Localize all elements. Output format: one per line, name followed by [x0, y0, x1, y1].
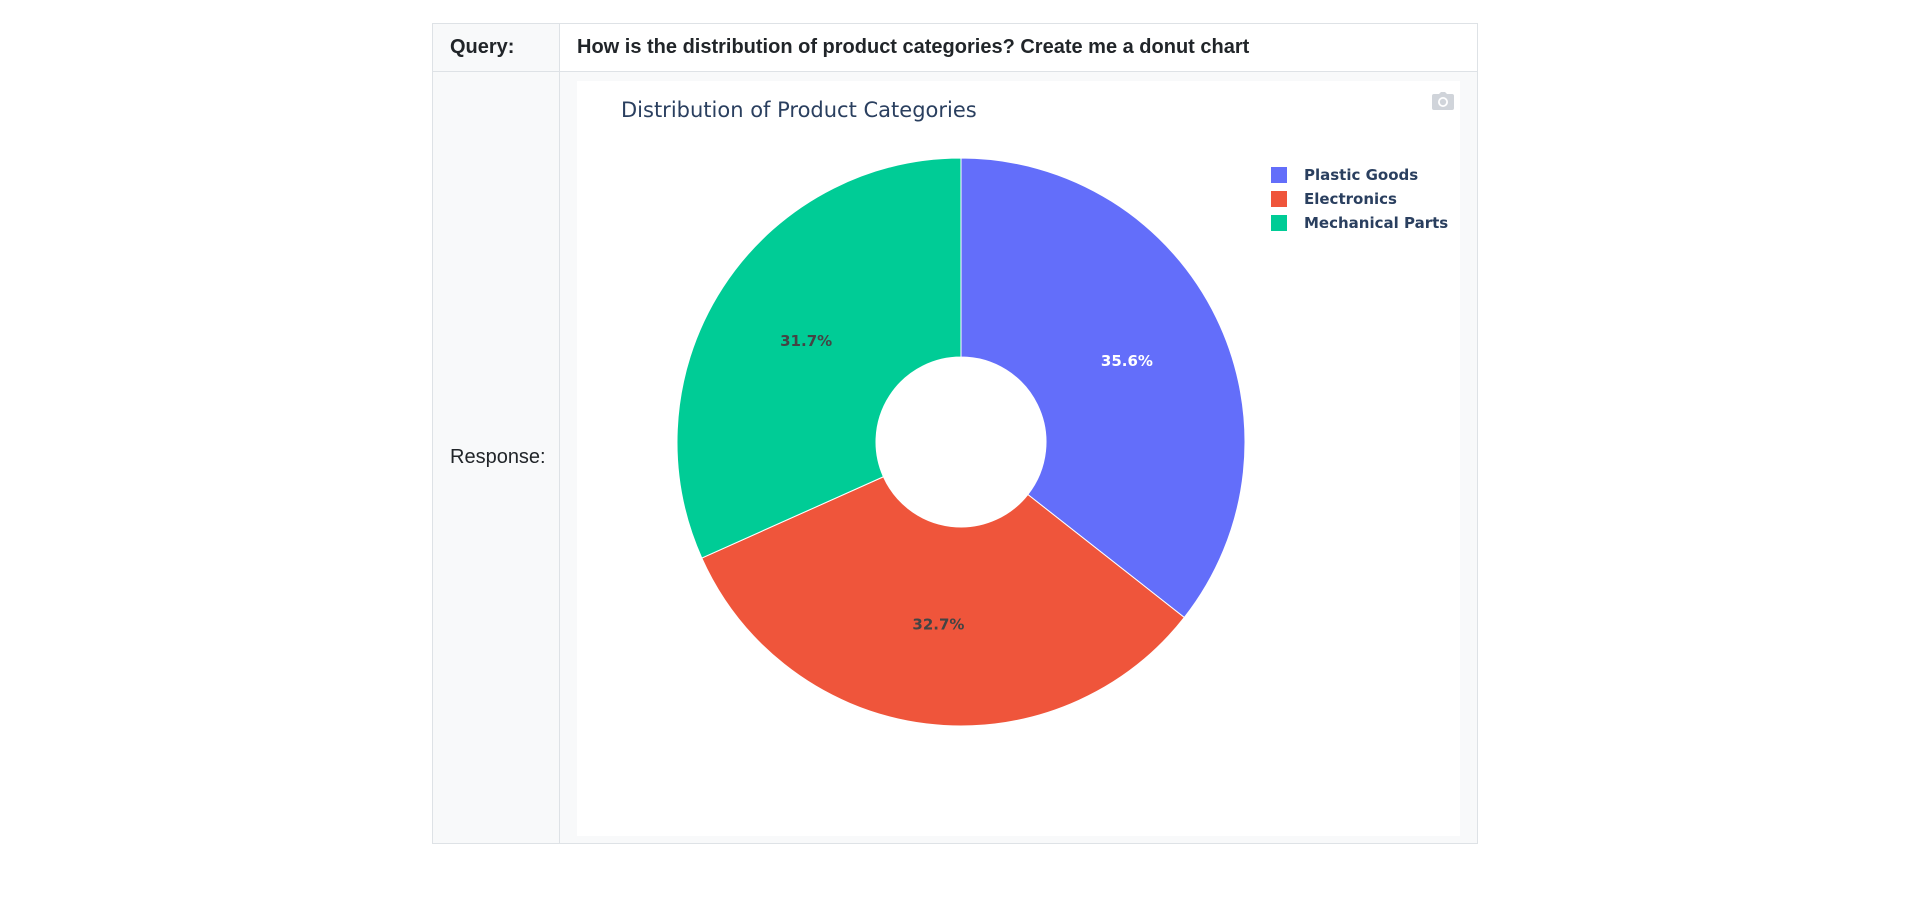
query-text: How is the distribution of product categ… — [577, 36, 1250, 58]
chart-legend: Plastic Goods Electronics Mechanical Parts — [1271, 163, 1448, 235]
response-row: Response: 35.6% 32.7% 31.7% Distribution o… — [433, 72, 1477, 843]
slice-label: 35.6% — [1101, 352, 1153, 370]
legend-item[interactable]: Mechanical Parts — [1271, 211, 1448, 235]
query-row: Query: How is the distribution of produc… — [433, 24, 1477, 72]
query-label: Query: — [433, 24, 560, 71]
legend-swatch — [1271, 191, 1287, 207]
legend-label: Plastic Goods — [1304, 166, 1419, 184]
camera-icon[interactable] — [1432, 92, 1454, 110]
legend-label: Mechanical Parts — [1304, 214, 1449, 232]
qa-table: Query: How is the distribution of produc… — [432, 23, 1478, 844]
legend-item[interactable]: Plastic Goods — [1271, 163, 1448, 187]
slice-label: 32.7% — [912, 616, 964, 634]
chart-title: Distribution of Product Categories — [621, 98, 977, 122]
response-cell: 35.6% 32.7% 31.7% Distribution of Product … — [560, 72, 1477, 843]
legend-item[interactable]: Electronics — [1271, 187, 1448, 211]
legend-label: Electronics — [1304, 190, 1397, 208]
donut-slice-mechanical-parts[interactable] — [676, 157, 962, 559]
response-label: Response: — [433, 72, 560, 843]
slice-label: 31.7% — [780, 332, 832, 350]
legend-swatch — [1271, 167, 1287, 183]
legend-swatch — [1271, 215, 1287, 231]
chart-container: 35.6% 32.7% 31.7% Distribution of Product … — [577, 81, 1460, 836]
